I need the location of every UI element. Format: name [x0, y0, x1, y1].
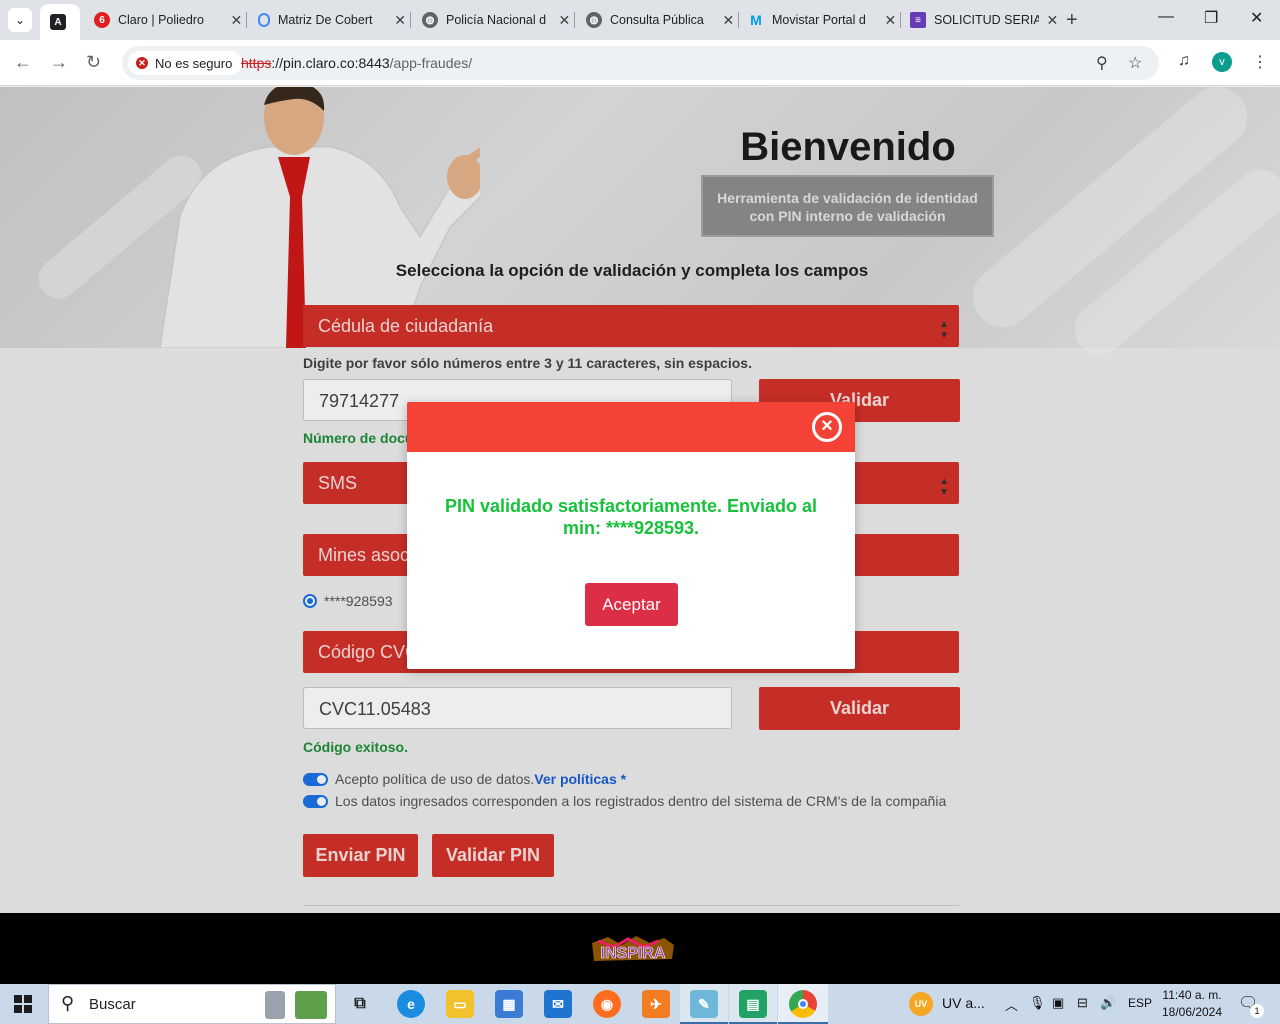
close-window-icon[interactable]: ✕: [1250, 8, 1263, 28]
back-icon[interactable]: ←: [14, 52, 32, 73]
restore-icon[interactable]: ❐: [1204, 8, 1218, 28]
modal-message-line1: PIN validado satisfactoriamente. Enviado…: [444, 496, 818, 516]
modal-message: PIN validado satisfactoriamente. Enviado…: [437, 495, 825, 539]
close-tab-icon[interactable]: ✕: [883, 12, 898, 29]
volume-icon[interactable]: 🔊: [1100, 995, 1116, 1011]
globe-icon: ◍: [422, 12, 438, 28]
windows-taskbar: ⚲ Buscar ⧉ e ▭ ▦ ✉ ◉ ✈ ✎ ▤ UV UV a... ︿ …: [0, 984, 1280, 1024]
tab-claro-poliedro[interactable]: 6 Claro | Poliedro ✕: [84, 6, 244, 34]
url-text[interactable]: https://pin.claro.co:8443/app-fraudes/: [241, 55, 472, 71]
page-content: Bienvenido Herramienta de validación de …: [0, 87, 1280, 913]
globe-icon: ◍: [586, 12, 602, 28]
tab-title: Matriz De Cobert: [278, 13, 373, 27]
page-footer: INSPIRA: [0, 913, 1280, 984]
claro-icon: 6: [94, 12, 110, 28]
tab-separator: [410, 12, 411, 28]
tab-solicitud[interactable]: ≡ SOLICITUD SERIA ✕: [900, 6, 1060, 34]
taskbar-search[interactable]: ⚲ Buscar: [48, 984, 336, 1024]
security-chip[interactable]: ✕ No es seguro: [128, 51, 243, 75]
minimize-icon[interactable]: —: [1158, 8, 1174, 26]
tab-search-chevron-icon[interactable]: ⌄: [8, 8, 32, 32]
google-forms-icon: ≡: [910, 12, 926, 28]
menu-kebab-icon[interactable]: ⋮: [1252, 52, 1268, 72]
tab-movistar[interactable]: M Movistar Portal d ✕: [738, 6, 898, 34]
profile-avatar[interactable]: v: [1212, 52, 1232, 72]
new-tab-icon[interactable]: +: [1066, 9, 1078, 32]
tab-title: Movistar Portal d: [772, 13, 866, 27]
task-view-icon[interactable]: ⧉: [346, 990, 374, 1018]
edge-icon[interactable]: e: [397, 990, 425, 1018]
show-hidden-icons-icon[interactable]: ︿: [1005, 995, 1018, 1014]
spreadsheet-icon[interactable]: ▤: [739, 990, 767, 1018]
forward-icon[interactable]: →: [50, 52, 68, 73]
camera-icon[interactable]: ▣: [1052, 995, 1064, 1011]
microphone-icon[interactable]: 🎙: [1029, 995, 1046, 1011]
close-tab-icon[interactable]: ✕: [557, 12, 572, 29]
network-icon[interactable]: ⊟: [1077, 995, 1088, 1011]
app-icon[interactable]: ✈: [642, 990, 670, 1018]
windows-start-icon[interactable]: [14, 995, 32, 1013]
success-modal: × PIN validado satisfactoriamente. Envia…: [407, 402, 855, 669]
tab-matriz[interactable]: Matriz De Cobert ✕: [248, 6, 408, 34]
close-tab-icon[interactable]: ✕: [392, 12, 408, 29]
tab-consulta[interactable]: ◍ Consulta Pública ✕: [576, 6, 736, 34]
inspira-logo: INSPIRA: [592, 936, 674, 962]
firefox-icon[interactable]: ◉: [593, 990, 621, 1018]
tab-angular[interactable]: A: [40, 4, 80, 40]
address-bar[interactable]: ✕ No es seguro https://pin.claro.co:8443…: [122, 46, 1159, 80]
uv-label[interactable]: UV a...: [942, 995, 985, 1011]
close-circle-icon[interactable]: ×: [812, 412, 842, 442]
luggage-icon: [265, 991, 285, 1019]
close-tab-icon[interactable]: ✕: [229, 12, 244, 29]
movistar-icon: M: [750, 12, 762, 28]
close-tab-icon[interactable]: ✕: [721, 12, 736, 29]
zoom-icon[interactable]: ⚲: [1096, 53, 1108, 73]
language-indicator[interactable]: ESP: [1128, 996, 1152, 1010]
tab-title: SOLICITUD SERIA: [934, 13, 1039, 27]
uv-weather-icon[interactable]: UV: [909, 992, 933, 1016]
map-icon: [295, 991, 327, 1019]
reload-icon[interactable]: ↻: [86, 52, 101, 73]
url-path: /app-fraudes/: [389, 55, 473, 71]
tab-title: Consulta Pública: [610, 13, 704, 27]
store-icon[interactable]: ▦: [495, 990, 523, 1018]
angular-icon: A: [50, 14, 66, 30]
tab-policia[interactable]: ◍ Policía Nacional d ✕: [412, 6, 572, 34]
modal-header: ×: [407, 402, 855, 452]
tab-title: Policía Nacional d: [446, 13, 547, 27]
notification-badge: 1: [1250, 1004, 1264, 1018]
inspira-logo-text: INSPIRA: [601, 945, 666, 962]
clock[interactable]: 11:40 a. m. 18/06/2024: [1158, 987, 1226, 1021]
tab-strip: ⌄ A 6 Claro | Poliedro ✕ Matriz De Cober…: [0, 0, 1280, 40]
tab-separator: [574, 12, 575, 28]
modal-message-line2: min: ****928593.: [562, 518, 700, 538]
clock-time: 11:40 a. m.: [1162, 988, 1222, 1002]
close-tab-icon[interactable]: ✕: [1045, 12, 1060, 29]
mail-icon[interactable]: ✉: [544, 990, 572, 1018]
browser-toolbar: ← → ↻ ✕ No es seguro https://pin.claro.c…: [0, 40, 1280, 86]
notepad-icon[interactable]: ✎: [690, 990, 718, 1018]
file-explorer-icon[interactable]: ▭: [446, 990, 474, 1018]
accept-button[interactable]: Aceptar: [585, 583, 678, 626]
search-icon: ⚲: [61, 993, 75, 1013]
url-host: ://pin.claro.co:8443: [271, 55, 390, 71]
security-chip-label: No es seguro: [155, 55, 233, 71]
tab-title: Claro | Poliedro: [118, 13, 204, 27]
taskbar-search-placeholder: Buscar: [89, 996, 136, 1013]
warning-icon: ✕: [136, 57, 148, 69]
tab-separator: [246, 12, 247, 28]
bookmark-star-icon[interactable]: ☆: [1128, 53, 1142, 73]
clock-date: 18/06/2024: [1161, 1005, 1223, 1019]
url-scheme: https: [241, 55, 272, 71]
google-drive-icon: [258, 13, 270, 27]
chrome-icon[interactable]: [789, 990, 817, 1018]
media-control-icon[interactable]: ♫: [1178, 52, 1190, 70]
